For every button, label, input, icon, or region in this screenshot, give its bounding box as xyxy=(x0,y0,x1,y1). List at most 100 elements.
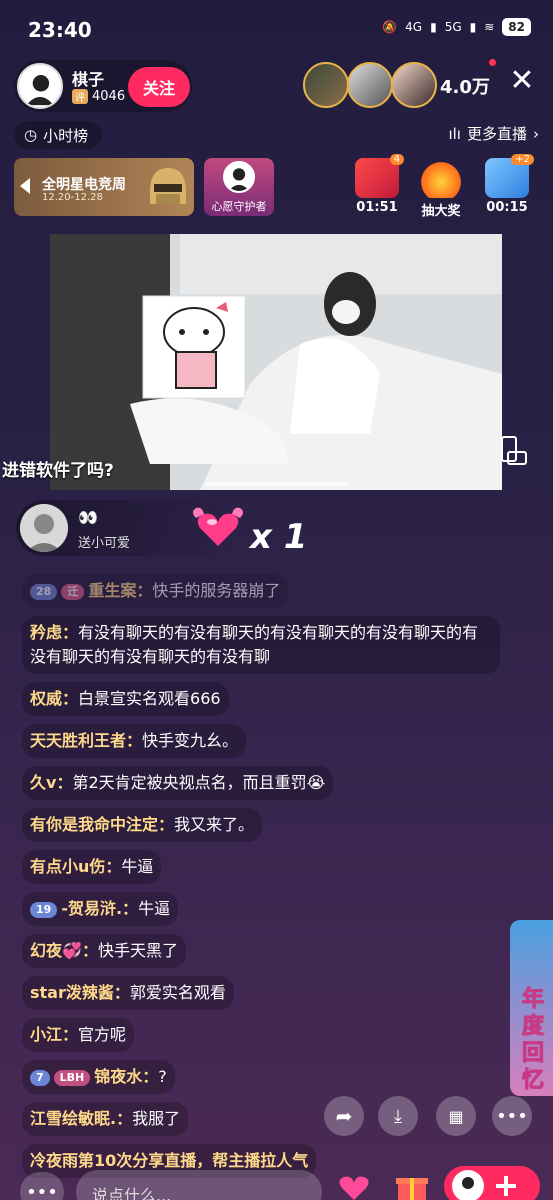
chat-message[interactable]: 矜虑：有没有聊天的有没有聊天的有没有聊天的有没有聊天的有没有聊天的有没有聊天的有… xyxy=(22,616,500,674)
chat-message[interactable]: 有你是我命中注定：我又来了。 xyxy=(22,808,263,842)
chat-text: 我服了 xyxy=(132,1109,181,1128)
top-viewers[interactable] xyxy=(303,62,437,108)
fan-badge: LBH xyxy=(53,1069,91,1086)
rotate-screen-icon[interactable] xyxy=(496,434,530,468)
bars-icon: ılı xyxy=(448,124,461,143)
apps-button[interactable]: ▦ xyxy=(436,1096,476,1136)
network-4g: 4G xyxy=(405,20,423,34)
chat-username[interactable]: 有点小u伤 xyxy=(30,857,105,876)
viewer-avatar[interactable] xyxy=(347,62,393,108)
hour-rank-label: 小时榜 xyxy=(43,126,89,145)
fan-badge: 迁 xyxy=(61,583,85,600)
anchor-fans: 评 4046 xyxy=(72,89,125,104)
chat-username[interactable]: 幻夜💞 xyxy=(30,941,82,960)
arrow-left-icon xyxy=(20,178,30,194)
chat-username[interactable]: 天天胜利王者 xyxy=(30,731,126,750)
chat-username[interactable]: star泼辣酱 xyxy=(30,983,114,1002)
level-badge: 19 xyxy=(30,901,58,918)
chat-username[interactable]: 锦夜水 xyxy=(94,1067,142,1086)
side-banner-text: 年度回忆 xyxy=(521,987,544,1094)
chat-message[interactable]: 小江：官方呢 xyxy=(22,1018,135,1052)
battery-icon: 82 xyxy=(502,18,531,36)
status-icons: 🔕 4G ▮ 5G ▮ ≋ 82 xyxy=(382,18,531,36)
more-live-button[interactable]: ılı 更多直播 › xyxy=(448,123,539,144)
rating-badge: 评 xyxy=(72,89,88,104)
chat-username[interactable]: 矜虑 xyxy=(30,623,62,642)
status-bar: 23:40 🔕 4G ▮ 5G ▮ ≋ 82 xyxy=(0,0,553,56)
chat-list[interactable]: 28 迁重生案：快手的服务器崩了 矜虑：有没有聊天的有没有聊天的有没有聊天的有没有… xyxy=(22,574,502,1190)
chat-text: 快手天黑了 xyxy=(97,941,178,960)
chat-message[interactable]: 有点小u伤：牛逼 xyxy=(22,850,162,884)
add-button[interactable] xyxy=(444,1166,540,1200)
chat-text: 有没有聊天的有没有聊天的有没有聊天的有没有聊天的有没有聊天的有没有聊天的有没有聊 xyxy=(30,623,479,666)
follow-button[interactable]: 关注 xyxy=(128,67,190,107)
gift-button[interactable] xyxy=(392,1172,432,1200)
chat-text: 牛逼 xyxy=(121,857,154,876)
guardian-label: 心愿守护者 xyxy=(211,200,267,213)
chat-username[interactable]: 重生案 xyxy=(88,581,136,600)
viewer-avatar[interactable] xyxy=(303,62,349,108)
event-banner[interactable]: 全明星电竞周 12.20-12.28 xyxy=(14,158,194,216)
gift-count: x 1 xyxy=(250,517,308,557)
fire-drop-icon xyxy=(419,158,463,198)
chat-username[interactable]: 久ⅴ xyxy=(30,773,56,792)
download-button[interactable]: ⤓ xyxy=(378,1096,418,1136)
more-button[interactable]: ••• xyxy=(492,1096,532,1136)
wifi-icon: ≋ xyxy=(484,20,495,34)
chat-message[interactable]: 7 LBH 锦夜水：? xyxy=(22,1060,175,1094)
anchor-avatar[interactable] xyxy=(17,63,63,109)
chat-message[interactable]: star泼辣酱：郭爱实名观看 xyxy=(22,976,234,1010)
chat-text: 牛逼 xyxy=(138,899,171,918)
activity-badge: +2 xyxy=(511,154,534,165)
activity-lottery[interactable]: 抽大奖 xyxy=(410,158,472,219)
chat-text: 白景宣实名观看666 xyxy=(78,689,221,708)
grid-icon: ▦ xyxy=(448,1106,464,1126)
chat-username[interactable]: -贺易浒. xyxy=(61,899,122,918)
activity-label: 00:15 xyxy=(486,200,528,215)
system-text: 冷夜雨第10次分享直播，帮主播拉人气 xyxy=(30,1151,309,1170)
helmet-icon xyxy=(150,168,186,204)
fan-count: 4046 xyxy=(92,89,126,104)
gift-action: 送小可爱 xyxy=(78,536,131,551)
chat-text: 我又来了。 xyxy=(174,815,255,834)
chat-message[interactable]: 19 -贺易浒.：牛逼 xyxy=(22,892,179,926)
chat-username[interactable]: 权威 xyxy=(30,689,62,708)
chat-message[interactable]: 权威：白景宣实名观看666 xyxy=(22,682,229,716)
gift-sender-name: 👀 xyxy=(78,508,98,527)
hour-rank-button[interactable]: ◷ 小时榜 xyxy=(14,121,103,149)
chat-message[interactable]: 久ⅴ：第2天肯定被央视点名，而且重罚😭 xyxy=(22,766,334,800)
chat-message[interactable]: 江雪绘敏眠.：我服了 xyxy=(22,1102,189,1136)
activity-label: 01:51 xyxy=(356,200,398,215)
chat-text: 快手的服务器崩了 xyxy=(152,581,281,600)
activity-timer-1[interactable]: 4 01:51 xyxy=(346,154,408,216)
chat-username[interactable]: 江雪绘敏眠. xyxy=(30,1109,116,1128)
signal-icon: ▮ xyxy=(430,20,437,34)
annual-memory-banner[interactable]: 年度回忆 xyxy=(510,920,553,1096)
viewer-avatar[interactable] xyxy=(391,62,437,108)
wish-guardian[interactable]: 心愿守护者 xyxy=(204,158,274,216)
heart-gift-button[interactable] xyxy=(334,1172,374,1200)
chat-username[interactable]: 小江 xyxy=(30,1025,62,1044)
signal-icon: ▮ xyxy=(469,20,477,34)
event-dates: 12.20-12.28 xyxy=(42,192,103,203)
event-title: 全明星电竞周 xyxy=(42,177,126,193)
menu-button[interactable]: ••• xyxy=(20,1172,64,1200)
activity-timer-2[interactable]: +2 00:15 xyxy=(476,154,538,216)
chat-text: 第2天肯定被央视点名，而且重罚😭 xyxy=(72,773,326,792)
chat-input[interactable]: 说点什么... xyxy=(76,1170,322,1200)
share-button[interactable]: ➦ xyxy=(324,1096,364,1136)
chat-text: 官方呢 xyxy=(78,1025,127,1044)
chat-message[interactable]: 幻夜💞：快手天黑了 xyxy=(22,934,186,968)
video-frame xyxy=(50,234,502,490)
activity-label: 抽大奖 xyxy=(421,204,461,219)
chat-message[interactable]: 天天胜利王者：快手变九幺。 xyxy=(22,724,247,758)
close-button[interactable]: ✕ xyxy=(506,66,538,98)
video-progress[interactable] xyxy=(205,482,347,486)
anchor-name: 棋子 xyxy=(72,70,105,89)
chat-message[interactable]: 28 迁重生案：快手的服务器崩了 xyxy=(22,574,289,608)
chat-username[interactable]: 有你是我命中注定 xyxy=(30,815,158,834)
live-video[interactable] xyxy=(50,234,502,490)
gift-sender-avatar[interactable] xyxy=(20,504,68,552)
activity-badge: 4 xyxy=(389,154,404,165)
viewer-count[interactable]: 4.0万 xyxy=(440,73,490,99)
